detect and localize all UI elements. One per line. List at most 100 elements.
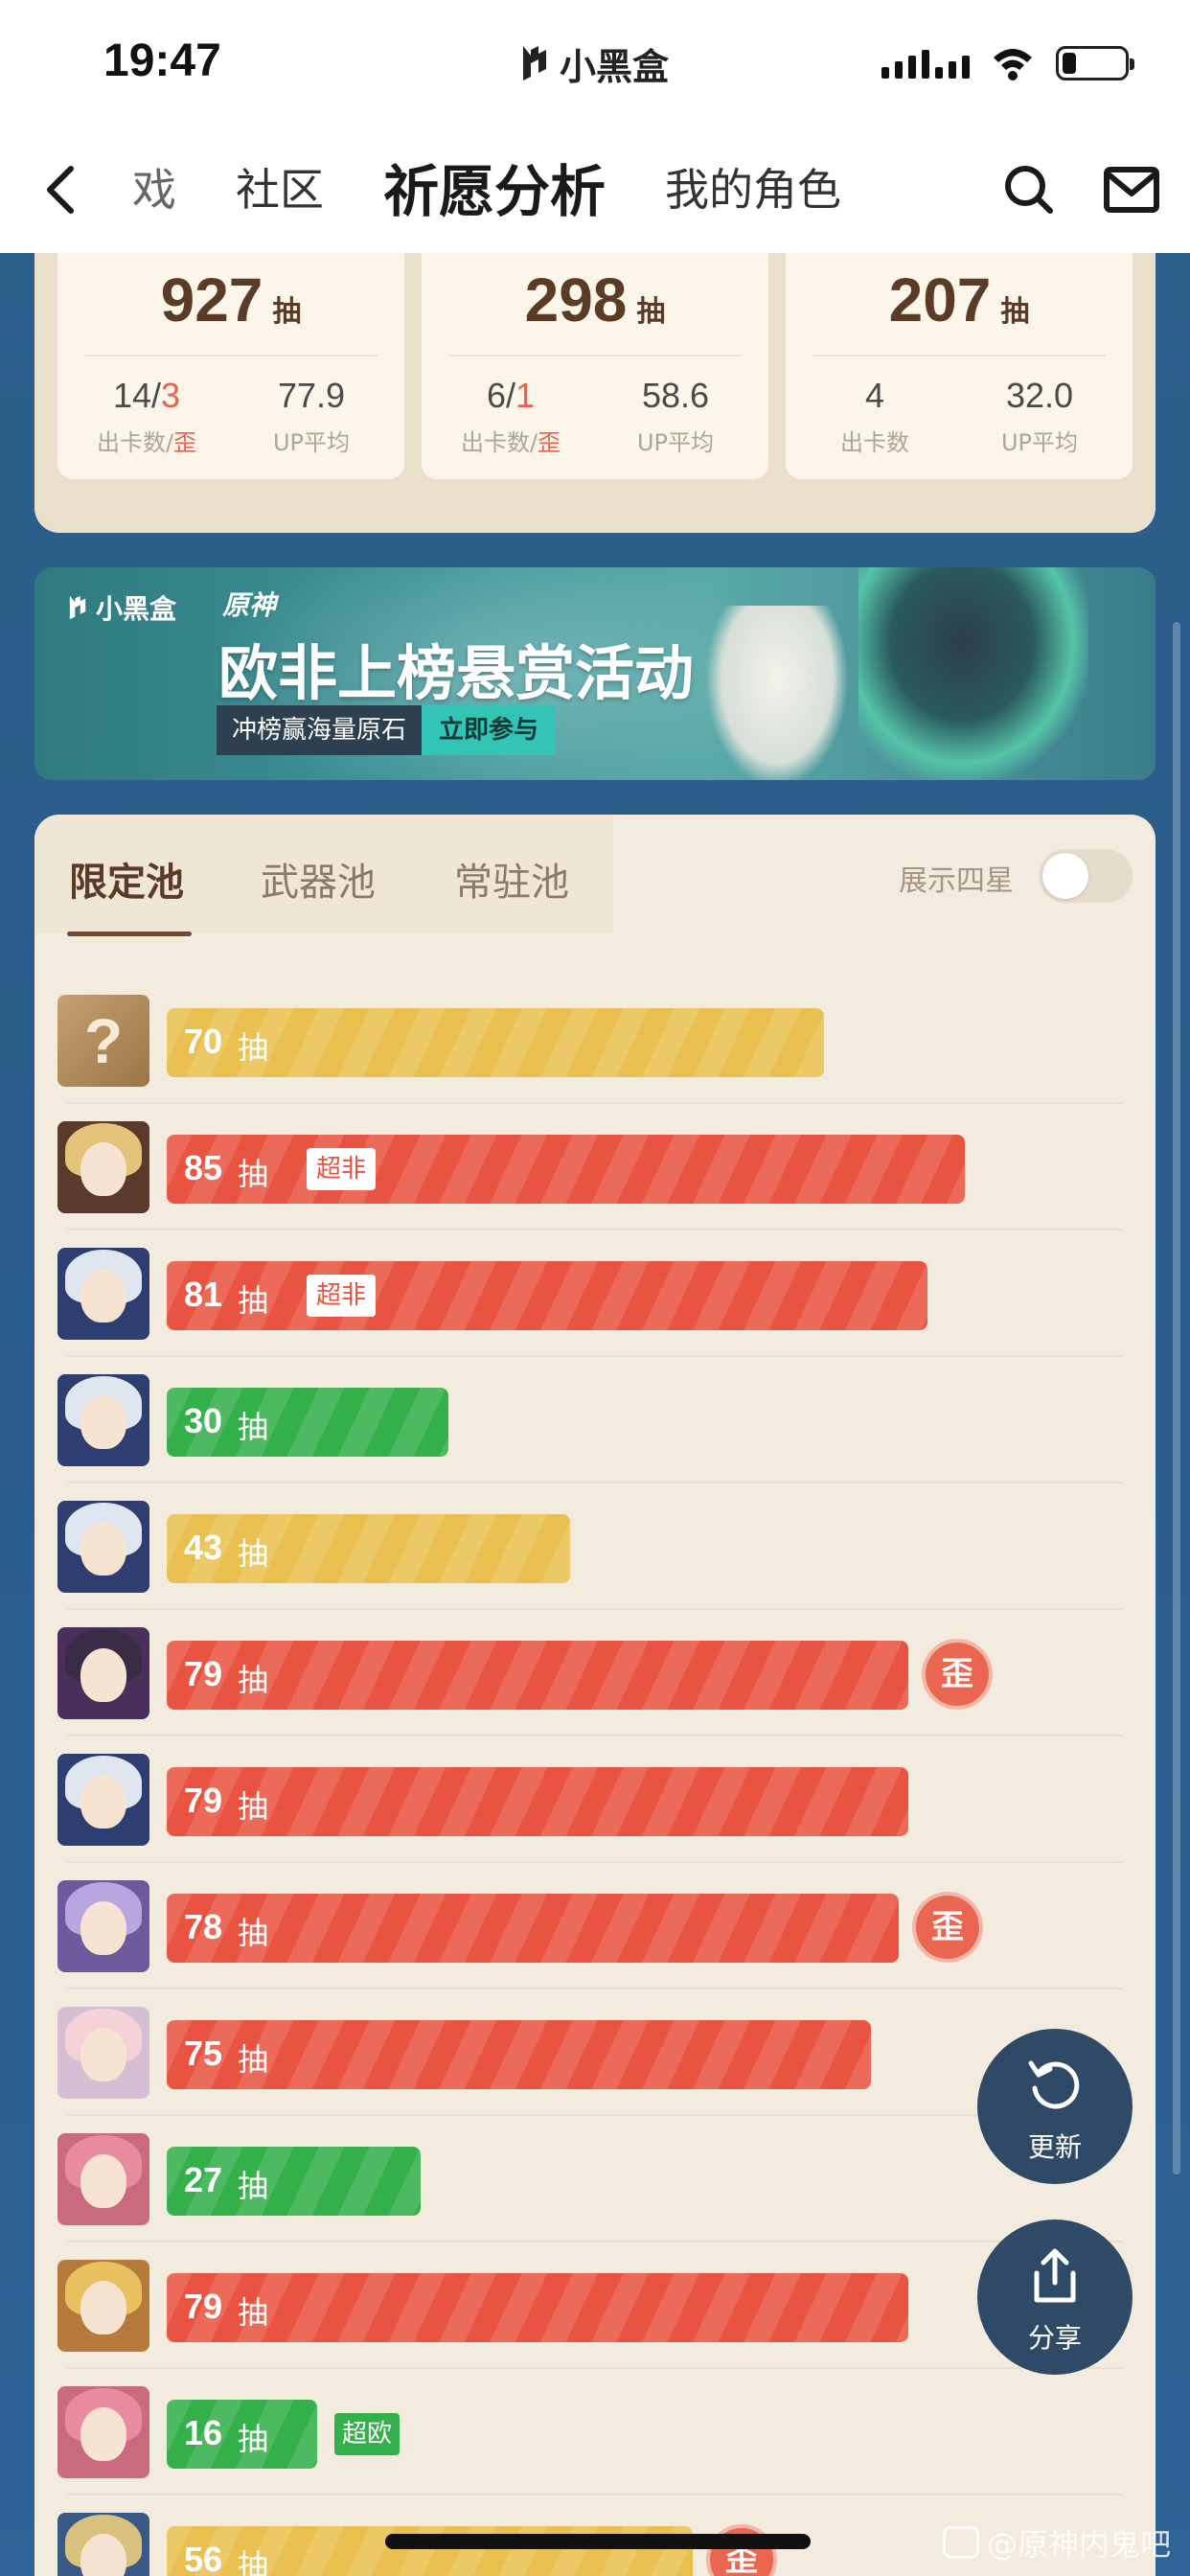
show-four-star-label: 展示四星: [899, 864, 1014, 898]
pull-unit: 抽: [238, 2421, 269, 2457]
tab-community[interactable]: 社区: [236, 155, 324, 218]
pull-count-bar: 30 抽: [167, 1388, 448, 1457]
unlucky-tag: 超非: [307, 1275, 377, 1317]
pull-unit: 抽: [238, 1535, 269, 1572]
scrollbar[interactable]: [1173, 622, 1180, 2174]
pull-unit: 抽: [238, 2294, 269, 2331]
stats-panel: 927 抽 14/3 出卡数/歪 77.9 UP平均 298 抽 6/1 出卡数/歪…: [34, 253, 1156, 533]
watermark: @原神内鬼吧: [943, 2520, 1171, 2564]
tab-standard-pool[interactable]: 常驻池: [454, 851, 569, 907]
banner-subtitle-bar: 冲榜赢海量原石 立即参与: [217, 705, 557, 755]
pull-unit: 抽: [238, 2041, 269, 2078]
pull-row[interactable]: 79 抽 歪: [34, 1610, 1156, 1736]
stat-up-average: 77.9 UP平均: [272, 376, 351, 456]
status-indicators: [881, 42, 1134, 84]
pull-count-bar: 79 抽: [167, 2273, 908, 2342]
pull-count: 30: [184, 1401, 223, 1440]
pull-count-bar: 81 抽 超非: [167, 1261, 927, 1330]
pull-count: 70: [184, 1022, 223, 1061]
tab-wish-analysis[interactable]: 祈愿分析: [383, 147, 606, 227]
pull-unit: 抽: [238, 2547, 269, 2576]
pull-count: 16: [184, 2413, 223, 2452]
pull-unit: 抽: [238, 2168, 269, 2204]
pull-count-bar: 79 抽: [167, 1641, 908, 1710]
heybox-logo-icon: [523, 46, 546, 80]
character-avatar: [57, 1880, 149, 1972]
pull-unit: 抽: [238, 1029, 269, 1066]
character-avatar: [57, 1374, 149, 1466]
pull-count: 43: [184, 1528, 223, 1567]
status-time: 19:47: [103, 35, 221, 86]
pull-count-bar: 78 抽: [167, 1894, 899, 1963]
pull-count-bar: 70 抽: [167, 1008, 824, 1077]
pull-row[interactable]: 16 抽 超欧: [34, 2369, 1156, 2496]
character-avatar: [57, 1627, 149, 1719]
unlucky-tag: 超非: [307, 1148, 377, 1190]
stat-card-weapon: 298 抽 6/1 出卡数/歪 58.6 UP平均: [422, 253, 768, 479]
back-icon[interactable]: [38, 163, 86, 217]
pull-count: 85: [184, 1148, 223, 1187]
share-label: 分享: [1027, 2322, 1082, 2354]
status-app-name: 小黑盒: [514, 36, 669, 90]
stat-total: 927 抽: [160, 265, 302, 334]
unknown-character-avatar: ?: [57, 995, 149, 1087]
pull-count: 75: [184, 2034, 223, 2073]
event-banner[interactable]: 小黑盒 原神 欧非上榜悬赏活动 冲榜赢海量原石 立即参与: [34, 567, 1156, 780]
search-icon[interactable]: [1002, 163, 1056, 217]
tab-weapon-pool[interactable]: 武器池: [261, 851, 376, 907]
character-avatar: [57, 2260, 149, 2352]
pull-count: 56: [184, 2540, 223, 2576]
watermark-icon: [943, 2526, 979, 2559]
lost-5050-badge: 歪: [912, 1892, 983, 1963]
top-nav: 戏 社区 祈愿分析 我的角色: [0, 125, 1190, 253]
pull-unit: 抽: [238, 1156, 269, 1192]
pull-count: 27: [184, 2160, 223, 2199]
refresh-icon: [1028, 2060, 1080, 2109]
stat-total: 298 抽: [524, 265, 666, 334]
question-mark-icon: ?: [83, 1005, 124, 1076]
watermark-text: @原神内鬼吧: [987, 2526, 1172, 2563]
show-four-star-toggle[interactable]: [1039, 849, 1133, 903]
pull-row[interactable]: 43 抽: [34, 1484, 1156, 1610]
home-indicator[interactable]: [385, 2534, 811, 2549]
toggle-knob: [1042, 853, 1088, 899]
pull-row[interactable]: 85 抽 超非: [34, 1104, 1156, 1230]
share-icon: [1034, 2248, 1076, 2303]
character-avatar: [57, 2386, 149, 2478]
character-avatar: [57, 1501, 149, 1593]
pull-row[interactable]: 78 抽 歪: [34, 1863, 1156, 1990]
character-avatar: [57, 1754, 149, 1846]
mail-icon[interactable]: [1104, 167, 1159, 213]
pull-unit: 抽: [238, 1788, 269, 1825]
pull-row[interactable]: 81 抽 超非: [34, 1230, 1156, 1357]
stat-card-standard: 207 抽 4 出卡数 32.0 UP平均: [786, 253, 1133, 479]
share-button[interactable]: 分享: [977, 2220, 1133, 2375]
tab-games-partial[interactable]: 戏: [132, 155, 176, 218]
wifi-icon: [994, 49, 1032, 80]
banner-cta-button[interactable]: 立即参与: [422, 705, 557, 755]
stat-card-character: 927 抽 14/3 出卡数/歪 77.9 UP平均: [57, 253, 404, 479]
tab-limited-pool[interactable]: 限定池: [69, 851, 184, 907]
active-tab-indicator: [67, 932, 192, 936]
pull-count: 81: [184, 1275, 223, 1314]
pull-count-bar: 16 抽: [167, 2400, 317, 2469]
stat-cards: 4 出卡数: [840, 376, 909, 456]
stat-divider: [812, 355, 1106, 356]
banner-character-left: [705, 606, 849, 780]
cell-signal-icon: [881, 48, 970, 79]
stat-cards: 14/3 出卡数/歪: [96, 376, 197, 456]
nav-tabs: 戏 社区 祈愿分析 我的角色: [132, 153, 901, 224]
refresh-button[interactable]: 更新: [977, 2029, 1133, 2184]
lost-5050-badge: 歪: [922, 1639, 993, 1710]
stat-divider: [448, 355, 742, 356]
pull-row[interactable]: 30 抽: [34, 1357, 1156, 1484]
pull-row[interactable]: ? 70 抽: [34, 978, 1156, 1104]
stat-up-average: 32.0 UP平均: [1000, 376, 1079, 456]
pull-unit: 抽: [238, 1662, 269, 1698]
tab-my-characters[interactable]: 我的角色: [665, 155, 841, 218]
character-avatar: [57, 2007, 149, 2099]
heybox-logo-icon: [69, 595, 86, 620]
content-area: 927 抽 14/3 出卡数/歪 77.9 UP平均 298 抽 6/1 出卡数/歪…: [0, 253, 1190, 2576]
pull-unit: 抽: [238, 1282, 269, 1319]
pull-row[interactable]: 79 抽: [34, 1736, 1156, 1863]
